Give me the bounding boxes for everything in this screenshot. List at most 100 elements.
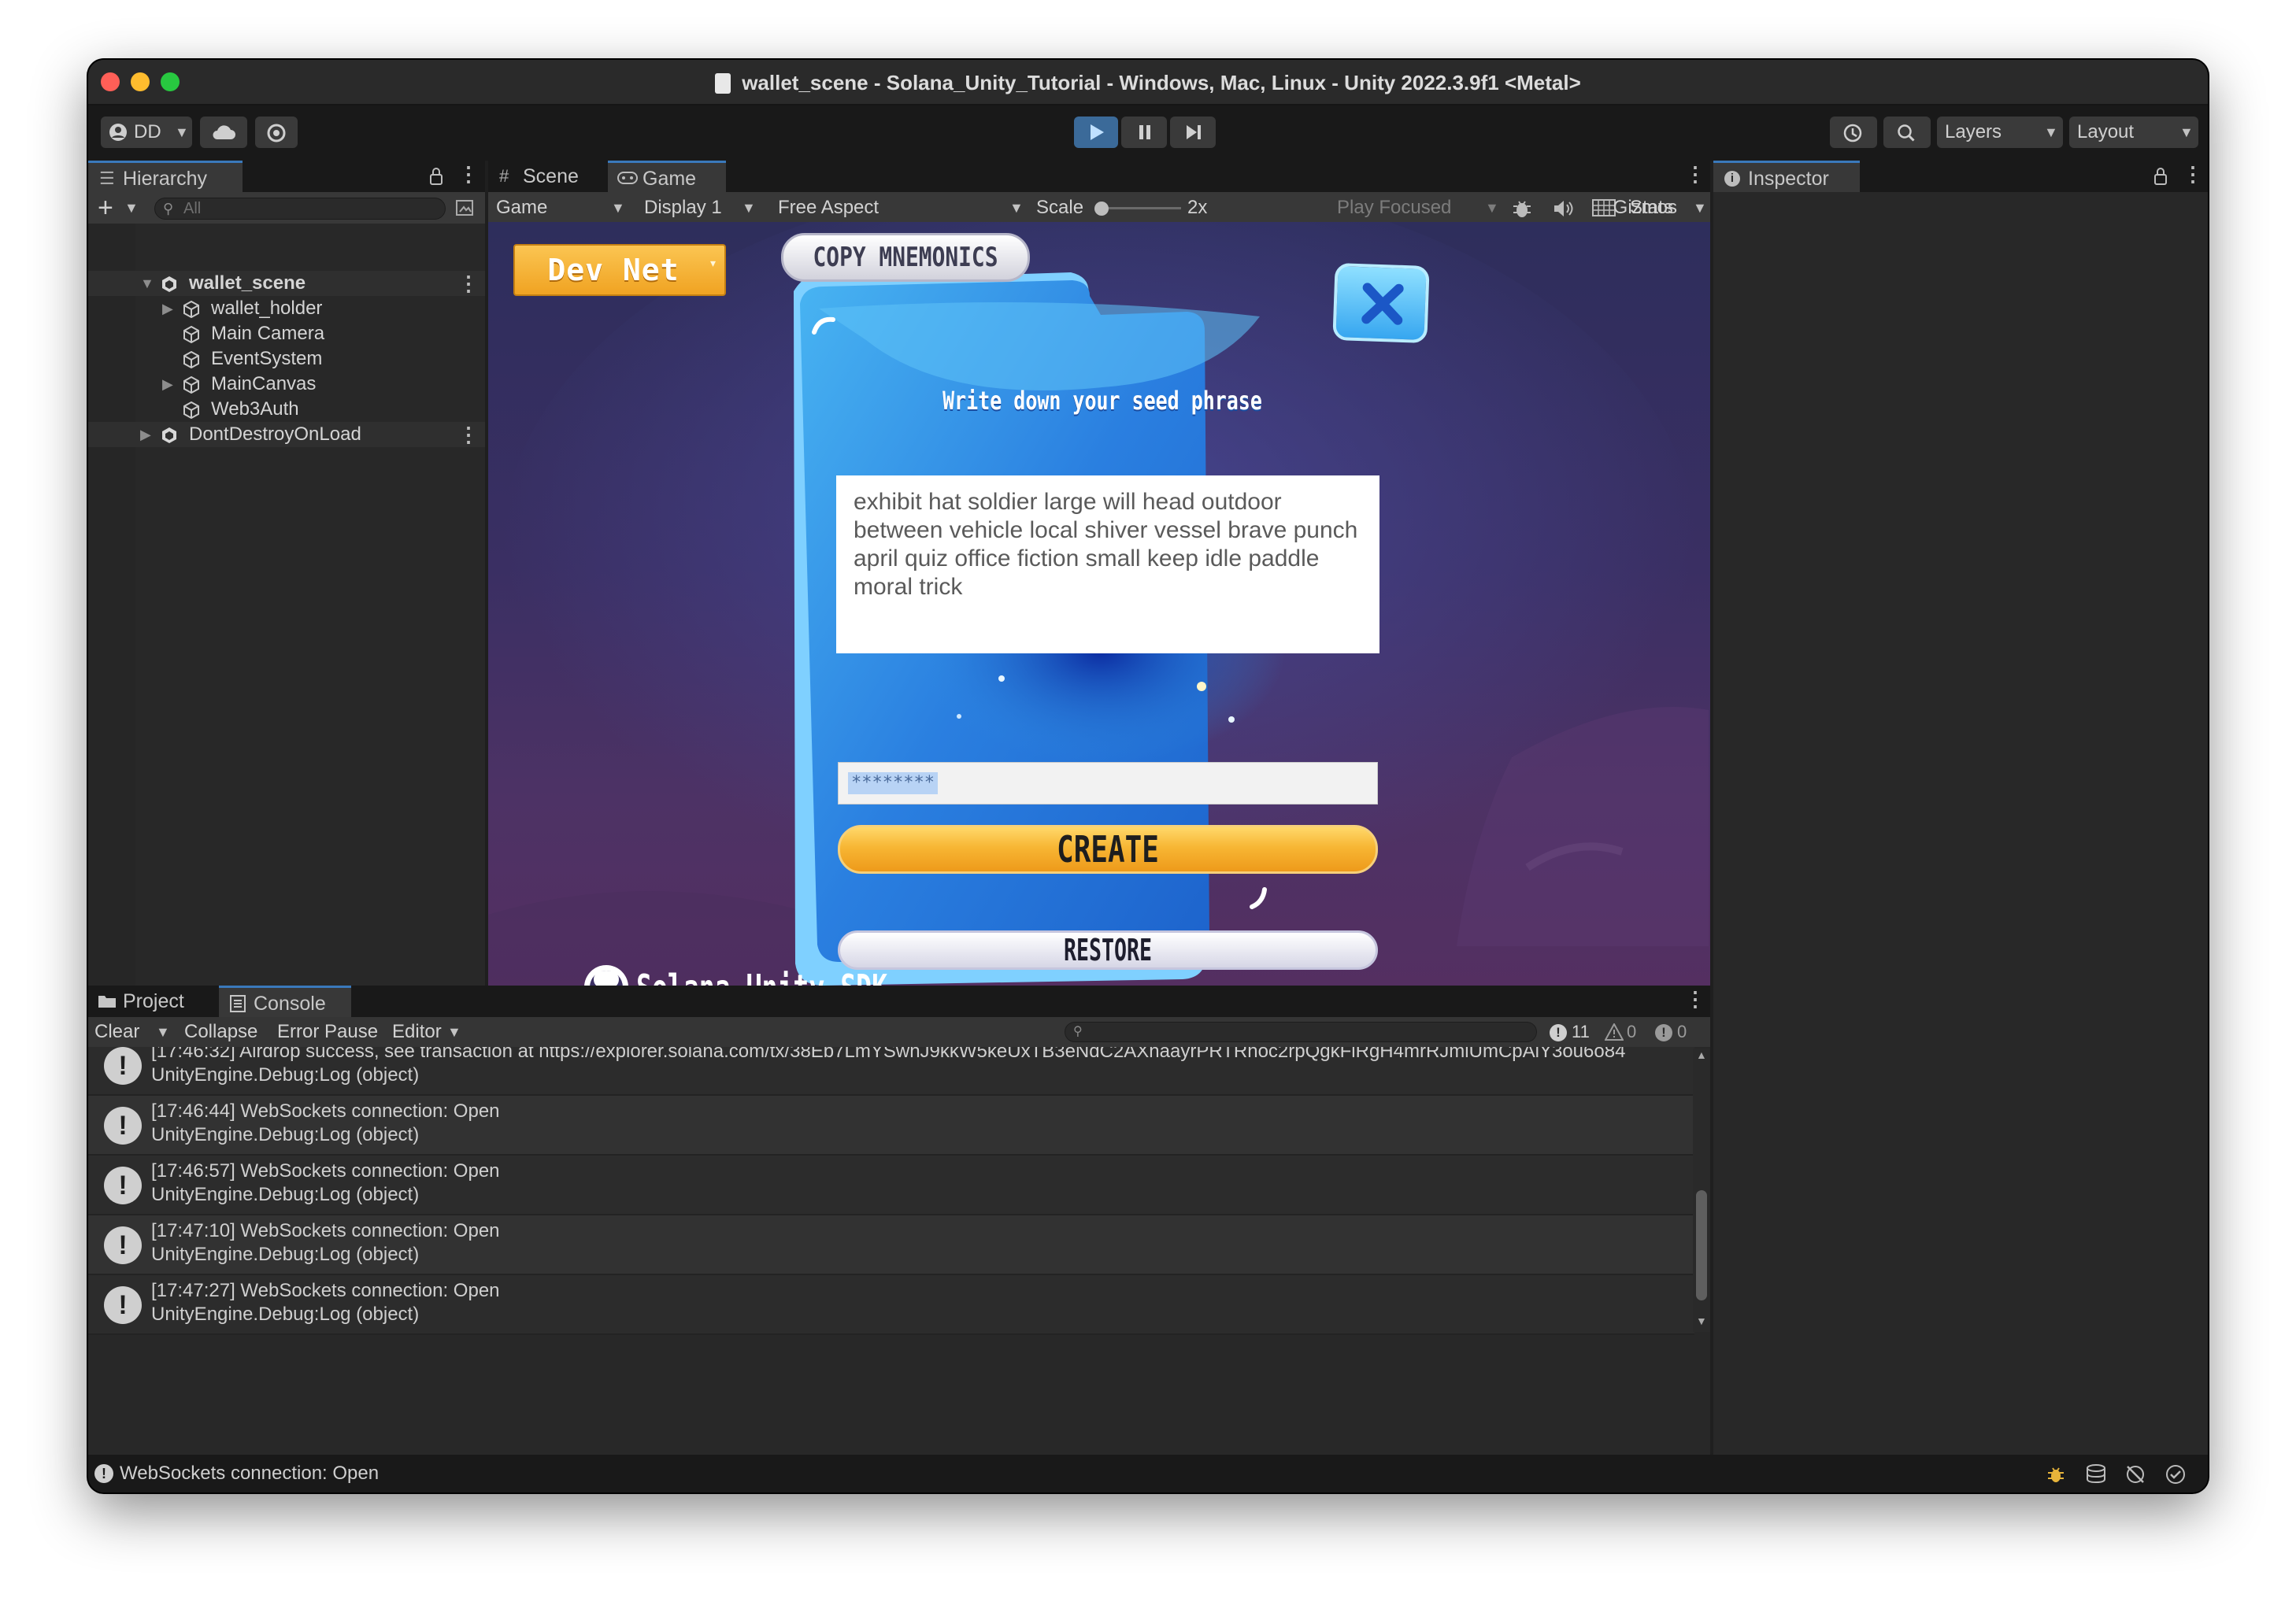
chevron-down-icon[interactable]: ▼ [447,1017,461,1047]
log-count: 11 [1572,1022,1590,1041]
scroll-down-icon[interactable]: ▼ [1696,1315,1707,1327]
tab-console[interactable]: Console [219,986,351,1017]
warning-count-toggle[interactable]: 0 [1602,1017,1649,1047]
copy-mnemonics-button[interactable]: COPY MNEMONICS [781,233,1030,282]
console-search-input[interactable]: ⚲ [1065,1022,1537,1042]
clear-button[interactable]: Clear [94,1017,139,1047]
bug-icon[interactable] [1512,198,1532,219]
cache-server-icon[interactable] [2085,1464,2107,1485]
bug-icon[interactable] [2046,1464,2066,1485]
layers-label: Layers [1945,121,2002,142]
lock-icon[interactable] [2153,167,2168,186]
auto-generate-lighting-icon[interactable] [2124,1464,2146,1485]
password-input[interactable]: ******** [838,762,1378,804]
scale-slider-handle[interactable] [1094,202,1109,216]
log-entry[interactable]: ! [17:46:57] WebSockets connection: Open… [88,1156,1694,1215]
hierarchy-item-web3auth[interactable]: Web3Auth [88,397,485,422]
kebab-menu-icon[interactable]: ⋮ [458,271,479,296]
add-icon[interactable]: + [98,192,113,224]
log-count-toggle[interactable]: ! 11 [1545,1017,1597,1047]
error-count-toggle[interactable]: ! 0 [1652,1017,1701,1047]
editor-dropdown[interactable]: Editor [392,1017,442,1047]
inspector-panel: i Inspector ⋮ [1713,161,2208,1492]
game-viewport[interactable]: Dev Net ▾ COPY MNEMONICS Write down your… [488,222,1710,990]
history-button[interactable] [1830,117,1877,148]
log-entry[interactable]: ! [17:47:27] WebSockets connection: Open… [88,1275,1694,1335]
hierarchy-search-input[interactable]: ⚲ All [154,198,446,220]
hierarchy-item-main-camera[interactable]: Main Camera [88,321,485,346]
restore-button[interactable]: RESTORE [838,930,1378,970]
tab-game[interactable]: Game [608,161,726,192]
layers-dropdown[interactable]: Layers ▼ [1937,117,2063,148]
display-label: Display 1 [644,197,722,218]
exclamation-icon: ! [104,1047,142,1085]
tab-hierarchy[interactable]: ☰ Hierarchy [88,161,243,192]
kebab-menu-icon[interactable]: ⋮ [1685,162,1705,187]
log-entry[interactable]: ! [17:46:32] Airdrop success, see transa… [88,1047,1694,1096]
hierarchy-item-maincanvas[interactable]: ▶ MainCanvas [88,372,485,397]
tab-inspector[interactable]: i Inspector [1713,161,1860,192]
collapse-button[interactable]: Collapse [184,1017,257,1047]
audio-icon[interactable] [1553,199,1573,218]
layout-dropdown[interactable]: Layout ▼ [2069,117,2198,148]
gameobject-icon [183,351,199,368]
scrollbar-thumb[interactable] [1696,1190,1707,1300]
hierarchy-item-wallet-holder[interactable]: ▶ wallet_holder [88,296,485,321]
scene-visibility-icon[interactable] [455,199,474,216]
console-scrollbar[interactable]: ▲ ▼ [1693,1049,1710,1332]
create-button[interactable]: CREATE [838,825,1378,874]
gizmos-button[interactable]: Gizmos [1613,192,1698,224]
display-dropdown[interactable]: Display 1 ▼ [638,192,764,224]
hierarchy-item-dontdestroyonload[interactable]: ▶ DontDestroyOnLoad ⋮ [88,422,485,447]
chevron-down-icon[interactable]: ▼ [156,1017,170,1047]
cloud-button[interactable] [200,117,247,148]
hierarchy-item-label: wallet_holder [211,298,323,319]
warning-icon [1605,1023,1624,1041]
progress-check-icon[interactable] [2165,1464,2186,1485]
tab-project-label: Project [123,990,184,1012]
tab-game-label: Game [643,168,697,190]
gamepad-icon [617,172,638,184]
scroll-up-icon[interactable]: ▲ [1696,1049,1707,1061]
hierarchy-item-label: wallet_scene [189,272,306,294]
lock-icon[interactable] [428,167,444,186]
title-bar: wallet_scene - Solana_Unity_Tutorial - W… [88,60,2208,105]
network-dropdown[interactable]: Dev Net ▾ [513,244,726,296]
mnemonic-textarea[interactable]: exhibit hat soldier large will head outd… [836,475,1379,653]
play-focused-dropdown[interactable]: Play Focused ▼ [1331,192,1504,224]
game-mode-dropdown[interactable]: Game ▼ [488,192,630,224]
expand-arrow-icon[interactable]: ▶ [162,372,173,397]
step-button[interactable] [1170,117,1216,148]
tab-project[interactable]: Project [88,986,217,1017]
scale-slider[interactable] [1096,207,1181,209]
unity-scene-icon [162,427,176,443]
expand-arrow-icon[interactable]: ▼ [140,271,154,296]
kebab-menu-icon[interactable]: ⋮ [2183,162,2203,187]
log-entry[interactable]: ! [17:46:44] WebSockets connection: Open… [88,1096,1694,1156]
history-icon [1843,124,1862,142]
tab-scene[interactable]: # Scene [488,161,606,192]
play-focused-label: Play Focused [1337,197,1452,218]
expand-arrow-icon[interactable]: ▶ [140,422,151,447]
kebab-menu-icon[interactable]: ⋮ [458,422,479,447]
kebab-menu-icon[interactable]: ⋮ [458,162,479,187]
grid-icon[interactable] [1592,199,1616,216]
account-dropdown[interactable]: DD ▼ [101,117,192,148]
play-button[interactable] [1074,117,1118,148]
console-toolbar: Clear ▼ Collapse Error Pause Editor ▼ ⚲ … [88,1017,1710,1047]
status-message[interactable]: WebSockets connection: Open [120,1455,379,1492]
pause-button[interactable] [1121,117,1167,148]
scene-grid-icon: # [499,166,509,186]
chevron-down-icon[interactable]: ▼ [124,192,139,224]
search-button[interactable] [1883,117,1931,148]
hierarchy-item-wallet-scene[interactable]: ▼ wallet_scene ⋮ [88,271,485,296]
error-pause-button[interactable]: Error Pause [277,1017,378,1047]
close-popup-button[interactable] [1332,262,1430,344]
log-entry[interactable]: ! [17:47:10] WebSockets connection: Open… [88,1215,1694,1275]
hierarchy-item-eventsystem[interactable]: EventSystem [88,346,485,372]
aspect-dropdown[interactable]: Free Aspect ▼ [772,192,1028,224]
services-button[interactable] [255,117,298,148]
chevron-down-icon: ▼ [1485,200,1499,216]
kebab-menu-icon[interactable]: ⋮ [1685,987,1705,1012]
expand-arrow-icon[interactable]: ▶ [162,296,173,321]
